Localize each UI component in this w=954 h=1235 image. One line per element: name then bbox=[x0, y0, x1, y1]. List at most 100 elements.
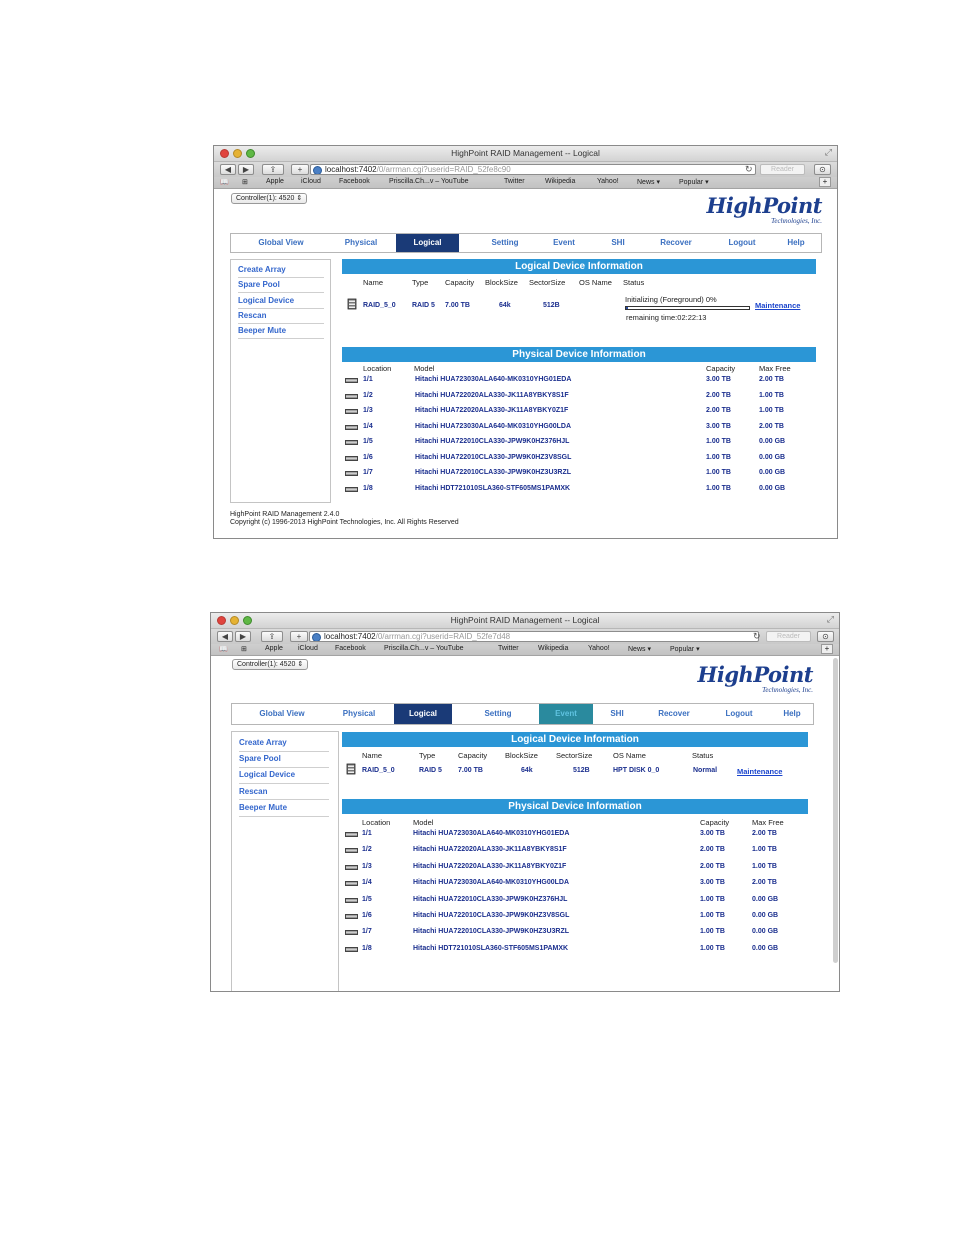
bookmark-yahoo[interactable]: Yahoo! bbox=[588, 645, 610, 652]
controller-select[interactable]: Controller(1): 4520 ⇕ bbox=[231, 193, 308, 204]
disk-capacity: 3.00 TB bbox=[700, 879, 725, 887]
sidebar-item-rescan[interactable]: Rescan bbox=[239, 787, 267, 796]
sidebar-divider bbox=[238, 338, 324, 339]
physical-device-header: Physical Device Information bbox=[342, 799, 808, 814]
sidebar-item-spare-pool[interactable]: Spare Pool bbox=[239, 754, 281, 763]
disk-model: Hitachi HUA722010CLA330-JPW9K0HZ3U3RZL bbox=[415, 469, 571, 476]
col-capacity: Capacity bbox=[445, 278, 475, 287]
sidebar-item-logical-device[interactable]: Logical Device bbox=[239, 770, 295, 779]
bookmark-twitter[interactable]: Twitter bbox=[504, 178, 525, 185]
title-bar[interactable]: HighPoint RAID Management -- Logical ⤢ bbox=[214, 146, 837, 162]
sidebar-item-create-array[interactable]: Create Array bbox=[238, 265, 286, 274]
bookmark-wikipedia[interactable]: Wikipedia bbox=[538, 645, 568, 652]
tab-shi[interactable]: SHI bbox=[598, 234, 638, 252]
sidebar-item-spare-pool[interactable]: Spare Pool bbox=[238, 280, 280, 289]
tab-event[interactable]: Event bbox=[538, 234, 590, 252]
share-button[interactable]: ⇪ bbox=[262, 164, 284, 175]
bookmark-facebook[interactable]: Facebook bbox=[339, 178, 370, 185]
col-osname: OS Name bbox=[579, 278, 612, 287]
bookmark-twitter[interactable]: Twitter bbox=[498, 645, 519, 652]
disk-capacity: 1.00 TB bbox=[700, 895, 725, 903]
add-bookmark-button[interactable]: + bbox=[291, 164, 309, 175]
sidebar-item-create-array[interactable]: Create Array bbox=[239, 738, 287, 747]
bookmark-popular[interactable]: Popular ▾ bbox=[670, 645, 700, 653]
maintenance-link[interactable]: Maintenance bbox=[737, 767, 782, 776]
fullscreen-icon[interactable]: ⤢ bbox=[827, 614, 834, 625]
forward-button[interactable]: ▶ bbox=[235, 631, 251, 642]
disk-max-free: 1.00 TB bbox=[752, 846, 777, 854]
tab-setting[interactable]: Setting bbox=[471, 234, 539, 252]
window-title: HighPoint RAID Management -- Logical bbox=[450, 615, 600, 625]
reader-button[interactable]: Reader bbox=[766, 631, 811, 642]
address-bar[interactable]: localhost:7402/0/arrman.cgi?userid=RAID_… bbox=[310, 164, 756, 175]
tab-logout[interactable]: Logout bbox=[711, 234, 773, 252]
bookmark-yahoo[interactable]: Yahoo! bbox=[597, 178, 619, 185]
disk-capacity: 1.00 TB bbox=[706, 484, 731, 492]
maintenance-link[interactable]: Maintenance bbox=[755, 301, 800, 310]
tab-global-view[interactable]: Global View bbox=[244, 704, 320, 724]
bookmark-facebook[interactable]: Facebook bbox=[335, 645, 366, 652]
disk-max-free: 0.00 GB bbox=[752, 944, 779, 952]
new-tab-button[interactable]: + bbox=[821, 644, 833, 654]
sidebar-divider bbox=[239, 767, 329, 768]
bookmark-youtube[interactable]: Priscilla.Ch...v – YouTube bbox=[384, 645, 464, 652]
bookmark-apple[interactable]: Apple bbox=[265, 645, 283, 652]
top-sites-icon[interactable]: ⊞ bbox=[242, 178, 248, 186]
back-button[interactable]: ◀ bbox=[220, 164, 236, 175]
title-bar[interactable]: HighPoint RAID Management -- Logical ⤢ bbox=[211, 613, 839, 629]
physical-device-header: Physical Device Information bbox=[342, 347, 816, 362]
disk-model: Hitachi HUA723030ALA640-MK0310YHG01EDA bbox=[415, 376, 572, 383]
downloads-button[interactable]: ⊙ bbox=[814, 164, 831, 175]
tab-shi[interactable]: SHI bbox=[597, 704, 637, 724]
bookmark-icloud[interactable]: iCloud bbox=[301, 178, 321, 185]
tab-global-view[interactable]: Global View bbox=[241, 234, 321, 252]
sidebar-item-logical-device[interactable]: Logical Device bbox=[238, 296, 294, 305]
sidebar: Create Array Spare Pool Logical Device R… bbox=[230, 259, 331, 503]
address-bar[interactable]: localhost:7402/0/arrman.cgi?userid=RAID_… bbox=[309, 631, 759, 642]
controller-select[interactable]: Controller(1): 4520 ⇕ bbox=[232, 659, 309, 670]
new-tab-button[interactable]: + bbox=[819, 177, 831, 187]
tab-logout[interactable]: Logout bbox=[709, 704, 769, 724]
disk-location: 1/3 bbox=[363, 407, 373, 414]
reload-icon[interactable]: ↻ bbox=[745, 164, 753, 175]
top-sites-icon[interactable]: ⊞ bbox=[241, 645, 247, 653]
bookmark-news[interactable]: News ▾ bbox=[628, 645, 651, 653]
vertical-scrollbar[interactable] bbox=[833, 658, 838, 963]
tab-setting[interactable]: Setting bbox=[464, 704, 532, 724]
tab-help[interactable]: Help bbox=[772, 704, 812, 724]
logical-name[interactable]: RAID_5_0 bbox=[362, 767, 395, 774]
bookmark-icloud[interactable]: iCloud bbox=[298, 645, 318, 652]
disk-location: 1/6 bbox=[362, 912, 372, 919]
sidebar-item-beeper-mute[interactable]: Beeper Mute bbox=[238, 326, 286, 335]
add-bookmark-button[interactable]: + bbox=[290, 631, 308, 642]
col-location: Location bbox=[362, 818, 391, 827]
disk-model: Hitachi HUA722010CLA330-JPW9K0HZ3V8SGL bbox=[415, 453, 572, 461]
sidebar-item-rescan[interactable]: Rescan bbox=[238, 311, 266, 320]
tab-event[interactable]: Event bbox=[539, 704, 593, 724]
bookmark-popular[interactable]: Popular ▾ bbox=[679, 178, 709, 186]
reading-list-icon[interactable]: 📖 bbox=[220, 178, 229, 186]
back-button[interactable]: ◀ bbox=[217, 631, 233, 642]
sidebar-item-beeper-mute[interactable]: Beeper Mute bbox=[239, 803, 287, 812]
tab-logical[interactable]: Logical bbox=[394, 704, 452, 724]
tab-recover[interactable]: Recover bbox=[641, 234, 711, 252]
reading-list-icon[interactable]: 📖 bbox=[219, 645, 228, 653]
tab-physical[interactable]: Physical bbox=[331, 234, 391, 252]
forward-button[interactable]: ▶ bbox=[238, 164, 254, 175]
disk-model: Hitachi HUA723030ALA640-MK0310YHG01EDA bbox=[413, 830, 570, 837]
downloads-button[interactable]: ⊙ bbox=[817, 631, 834, 642]
tab-recover[interactable]: Recover bbox=[639, 704, 709, 724]
reader-button[interactable]: Reader bbox=[760, 164, 805, 175]
reload-icon[interactable]: ↻ bbox=[753, 631, 761, 642]
bookmark-news[interactable]: News ▾ bbox=[637, 178, 660, 186]
bookmark-youtube[interactable]: Priscilla.Ch...v – YouTube bbox=[389, 178, 469, 185]
bookmark-wikipedia[interactable]: Wikipedia bbox=[545, 178, 575, 185]
logical-name[interactable]: RAID_5_0 bbox=[363, 302, 396, 309]
bookmark-apple[interactable]: Apple bbox=[266, 178, 284, 185]
tab-logical[interactable]: Logical bbox=[396, 234, 459, 252]
tab-help[interactable]: Help bbox=[776, 234, 816, 252]
tab-physical[interactable]: Physical bbox=[329, 704, 389, 724]
raid-array-icon bbox=[347, 298, 357, 310]
fullscreen-icon[interactable]: ⤢ bbox=[825, 147, 832, 158]
share-button[interactable]: ⇪ bbox=[261, 631, 283, 642]
